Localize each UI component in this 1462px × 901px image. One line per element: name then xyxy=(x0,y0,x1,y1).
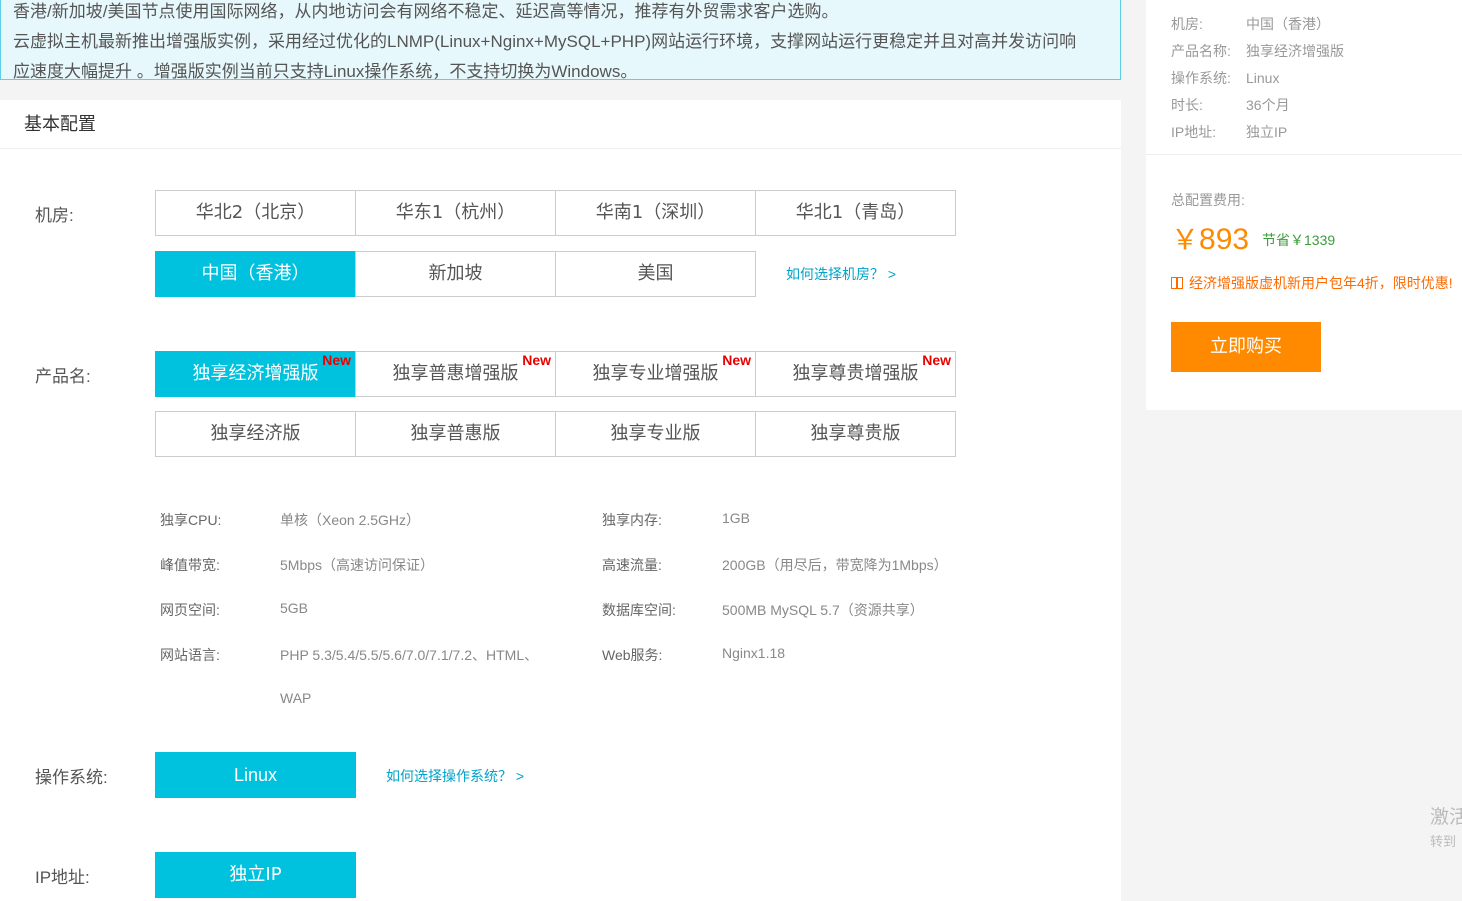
spec-webspace-value: 5GB xyxy=(280,600,309,616)
product-option-label: 独享专业增强版 xyxy=(592,363,719,384)
new-badge: New xyxy=(722,352,751,368)
promo-text: 经济增强版虚机新用户包年4折，限时优惠! xyxy=(1171,274,1461,293)
region-option-shenzhen[interactable]: 华南1（深圳） xyxy=(555,190,756,236)
spec-traffic-label: 高速流量: xyxy=(602,557,662,573)
product-option-pro-plus[interactable]: 独享专业增强版 New xyxy=(555,351,756,397)
total-price: ￥893 xyxy=(1171,218,1249,258)
spec-traffic-value: 200GB（用尽后，带宽降为1Mbps） xyxy=(722,557,948,573)
spec-cpu-value: 单核（Xeon 2.5GHz） xyxy=(280,512,421,528)
spec-bandwidth-label: 峰值带宽: xyxy=(160,557,220,573)
spec-cpu-label: 独享CPU: xyxy=(160,512,222,528)
summary-divider xyxy=(1146,154,1462,155)
new-badge: New xyxy=(322,352,351,368)
spec-language-label: 网站语言: xyxy=(160,647,220,663)
activation-watermark: 激活 转到 xyxy=(1430,807,1462,849)
product-option-economy[interactable]: 独享经济版 xyxy=(155,411,356,457)
new-badge: New xyxy=(922,352,951,368)
region-option-hangzhou[interactable]: 华东1（杭州） xyxy=(355,190,556,236)
product-option-label: 独享经济增强版 xyxy=(192,363,319,384)
summary-product: 产品名称: 独享经济增强版 xyxy=(1171,43,1344,59)
notice-line-1: 香港/新加坡/美国节点使用国际网络，从内地访问会有网络不稳定、延迟高等情况，推荐… xyxy=(13,2,839,21)
product-label: 产品名: xyxy=(35,367,91,386)
os-label: 操作系统: xyxy=(35,768,108,787)
spec-bandwidth-value: 5Mbps（高速访问保证） xyxy=(280,557,435,573)
spec-webserver-label: Web服务: xyxy=(602,647,663,663)
region-option-usa[interactable]: 美国 xyxy=(555,251,756,297)
product-option-label: 独享普惠增强版 xyxy=(392,363,519,384)
price-value: 893 xyxy=(1199,223,1250,256)
gift-icon xyxy=(1171,277,1183,289)
notice-line-2: 云虚拟主机最新推出增强版实例，采用经过优化的LNMP(Linux+Nginx+M… xyxy=(13,32,1077,51)
ip-label: IP地址: xyxy=(35,868,90,887)
summary-region: 机房: 中国（香港） xyxy=(1171,16,1330,32)
order-summary-panel: 机房: 中国（香港） 产品名称: 独享经济增强版 操作系统: Linux 时长: 36个… xyxy=(1146,0,1462,410)
os-help-link[interactable]: 如何选择操作系统？ > xyxy=(386,766,524,786)
notice-line-3: 应速度大幅提升 。增强版实例当前只支持Linux操作系统，不支持切换为Windo… xyxy=(13,62,638,80)
currency-symbol: ￥ xyxy=(1171,224,1200,255)
saving-text: 节省￥1339 xyxy=(1262,232,1336,248)
ip-option-dedicated[interactable]: 独立IP xyxy=(155,852,356,898)
new-badge: New xyxy=(522,352,551,368)
os-option-linux[interactable]: Linux xyxy=(155,752,356,798)
spec-mem-value: 1GB xyxy=(722,510,751,526)
spec-webspace-label: 网页空间: xyxy=(160,602,220,618)
product-option-economy-plus[interactable]: 独享经济增强版 New xyxy=(155,351,356,397)
region-help-link[interactable]: 如何选择机房？ > xyxy=(786,264,896,284)
product-option-pro[interactable]: 独享专业版 xyxy=(555,411,756,457)
summary-os: 操作系统: Linux xyxy=(1171,70,1280,86)
buy-now-button[interactable]: 立即购买 xyxy=(1171,322,1321,372)
product-option-premium-plus[interactable]: 独享尊贵增强版 New xyxy=(755,351,956,397)
config-panel: 基本配置 机房: 华北2（北京） 华东1（杭州） 华南1（深圳） 华北1（青岛）… xyxy=(0,100,1121,901)
summary-ip: IP地址: 独立IP xyxy=(1171,124,1288,140)
total-cost-label: 总配置费用: xyxy=(1171,192,1245,208)
notice-banner: 香港/新加坡/美国节点使用国际网络，从内地访问会有网络不稳定、延迟高等情况，推荐… xyxy=(0,0,1121,80)
spec-db-value: 500MB MySQL 5.7（资源共享） xyxy=(722,602,924,618)
spec-mem-label: 独享内存: xyxy=(602,512,662,528)
spec-webserver-value: Nginx1.18 xyxy=(722,645,786,661)
spec-language-value: PHP 5.3/5.4/5.5/5.6/7.0/7.1/7.2、HTML、 xyxy=(280,647,539,663)
region-option-hongkong[interactable]: 中国（香港） xyxy=(155,251,356,297)
product-option-premium[interactable]: 独享尊贵版 xyxy=(755,411,956,457)
region-label: 机房: xyxy=(35,206,74,225)
summary-duration: 时长: 36个月 xyxy=(1171,97,1290,113)
product-option-standard[interactable]: 独享普惠版 xyxy=(355,411,556,457)
region-option-qingdao[interactable]: 华北1（青岛） xyxy=(755,190,956,236)
product-option-standard-plus[interactable]: 独享普惠增强版 New xyxy=(355,351,556,397)
section-title: 基本配置 xyxy=(0,100,1121,149)
spec-language-value-cont: WAP xyxy=(280,690,312,706)
spec-db-label: 数据库空间: xyxy=(602,602,676,618)
product-option-label: 独享尊贵增强版 xyxy=(792,363,919,384)
region-option-singapore[interactable]: 新加坡 xyxy=(355,251,556,297)
region-option-beijing[interactable]: 华北2（北京） xyxy=(155,190,356,236)
